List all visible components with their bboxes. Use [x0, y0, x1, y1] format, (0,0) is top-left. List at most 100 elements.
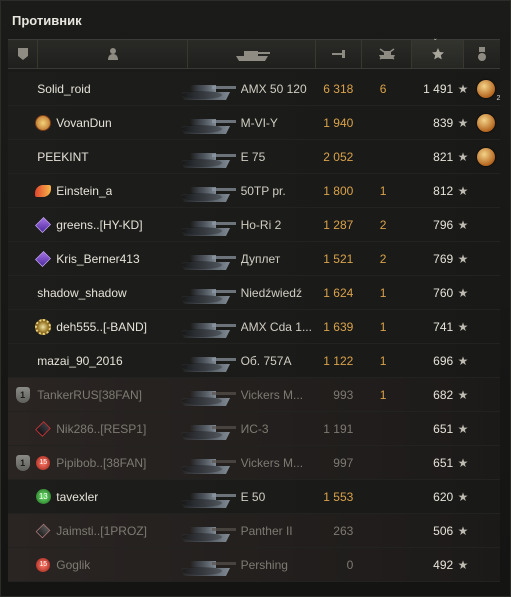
player-row[interactable]: greens..[HY-KD] Ho-Ri 2 1 287 2 796 ★ — [8, 208, 500, 242]
damage-value: 1 940 — [323, 115, 354, 130]
player-row[interactable]: 1 15 Pipibob..[38FAN] Vickers M... 997 651 ★ — [8, 446, 500, 480]
tank-icon — [172, 413, 238, 444]
frags-icon — [378, 48, 395, 60]
star-icon: ★ — [457, 149, 469, 164]
squad-badge: 1 — [15, 454, 30, 471]
medal-cell: 2 — [473, 79, 500, 102]
tank-icon — [235, 51, 270, 61]
squad-cell — [8, 174, 37, 207]
frags-value: 1 — [379, 353, 387, 368]
sort-damage-button[interactable] — [316, 40, 362, 68]
tank-name: AMX Cda 1... — [240, 319, 312, 334]
player-name: Pipibob..[38FAN] — [56, 455, 147, 470]
badge-icon-wrap — [34, 318, 52, 336]
star-icon: ★ — [457, 251, 469, 266]
xp-value: 682 — [433, 387, 454, 402]
player-name: Nik286..[RESP1] — [56, 421, 147, 436]
tank-icon — [172, 209, 238, 240]
player-name: greens..[HY-KD] — [56, 217, 143, 232]
sort-frags-button[interactable] — [362, 40, 412, 68]
frags-value: 2 — [379, 251, 387, 266]
sort-indicator: ˇ — [434, 38, 437, 47]
medal-icon[interactable] — [477, 147, 496, 166]
player-row[interactable]: Kris_Berner413 Дуплет 1 521 2 769 ★ — [8, 242, 500, 276]
player-row[interactable]: 13 tavexler E 50 1 553 620 ★ — [8, 480, 500, 514]
player-cell: greens..[HY-KD] — [34, 208, 183, 241]
tank-cell: Об. 757А — [179, 344, 309, 377]
player-cell: TankerRUS[38FAN] — [37, 378, 183, 411]
tank-icon — [172, 447, 238, 478]
squad-cell — [8, 514, 37, 547]
player-row[interactable]: VovanDun M-VI-Y 1 940 839 ★ — [8, 106, 500, 140]
player-cell: deh555..[-BAND] — [34, 310, 183, 343]
xp-value: 651 — [433, 421, 454, 436]
star-icon: ★ — [457, 421, 469, 436]
tank-cell: Panther II — [179, 514, 309, 547]
tank-icon — [172, 549, 238, 580]
medal-icon[interactable] — [477, 113, 496, 132]
medal-cell — [473, 113, 500, 132]
tank-name: 50TP pr. — [240, 183, 286, 198]
tank-cell: 50TP pr. — [179, 174, 309, 207]
tank-name: Об. 757А — [240, 353, 292, 368]
damage-value: 263 — [333, 523, 354, 538]
player-name: mazai_90_2016 — [37, 353, 123, 368]
sort-xp-button[interactable]: ˇ — [412, 38, 464, 68]
tank-name: ИС-3 — [240, 421, 269, 436]
player-row[interactable]: 15 Goglik Pershing 0 492 ★ — [8, 548, 500, 582]
damage-value: 993 — [333, 387, 354, 402]
player-row[interactable]: Jaimsti..[1PROZ] Panther II 263 506 ★ — [8, 514, 500, 548]
tank-icon — [172, 481, 238, 512]
sort-tank-button[interactable] — [188, 40, 316, 68]
sort-player-button[interactable] — [38, 40, 188, 68]
damage-value: 6 318 — [323, 81, 354, 96]
tank-icon — [172, 379, 238, 410]
player-row[interactable]: 1 TankerRUS[38FAN] Vickers M... 993 1 682 ★ — [8, 378, 500, 412]
tank-name: AMX 50 120 — [240, 81, 307, 96]
purple-rank-badge-icon — [35, 216, 52, 233]
badge-icon-wrap — [34, 216, 52, 234]
player-row[interactable]: PEEKINT E 75 2 052 821 ★ — [8, 140, 500, 174]
player-row[interactable]: deh555..[-BAND] AMX Cda 1... 1 639 1 741 ★ — [8, 310, 500, 344]
star-icon: ★ — [457, 455, 469, 470]
tank-name: Ho-Ri 2 — [240, 217, 282, 232]
player-name: deh555..[-BAND] — [56, 319, 147, 334]
star-icon: ★ — [457, 489, 469, 504]
frags-value: 1 — [379, 319, 387, 334]
squad-cell: 1 — [8, 378, 37, 411]
xp-value: 1 491 — [423, 81, 454, 96]
player-row[interactable]: Nik286..[RESP1] ИС-3 1 191 651 ★ — [8, 412, 500, 446]
player-row[interactable]: mazai_90_2016 Об. 757А 1 122 1 696 ★ — [8, 344, 500, 378]
tank-name: Niedźwiedź — [240, 285, 302, 300]
red-rank-badge-icon: 15 — [36, 455, 51, 470]
tank-name: E 50 — [240, 489, 266, 504]
tank-cell: Niedźwiedź — [179, 276, 309, 309]
gear-badge-icon — [35, 318, 52, 335]
sort-squad-button[interactable] — [8, 40, 38, 68]
xp-value: 651 — [433, 455, 454, 470]
player-cell: shadow_shadow — [37, 276, 183, 309]
tank-icon — [172, 107, 238, 138]
player-row[interactable]: Solid_roid AMX 50 120 6 318 6 1 491 ★ 2 — [8, 72, 500, 106]
tank-cell: Vickers M... — [179, 446, 309, 479]
player-cell: Kris_Berner413 — [35, 242, 183, 275]
tank-cell: AMX 50 120 — [179, 72, 309, 105]
badge-icon-wrap: 15 — [34, 556, 52, 574]
player-row[interactable]: shadow_shadow Niedźwiedź 1 624 1 760 ★ — [8, 276, 500, 310]
medal-icon — [478, 47, 486, 61]
squad-cell — [8, 242, 37, 275]
tank-name: Vickers M... — [240, 387, 304, 402]
dark-rank-badge-icon — [35, 420, 52, 437]
damage-value: 1 521 — [323, 251, 354, 266]
medal-icon[interactable]: 2 — [477, 79, 500, 102]
tank-icon — [172, 515, 238, 546]
tank-name: Pershing — [240, 557, 288, 572]
damage-value: 1 639 — [323, 319, 354, 334]
tank-cell: Pershing — [179, 548, 309, 581]
player-name: VovanDun — [56, 115, 112, 130]
sort-medal-button[interactable] — [464, 40, 500, 68]
player-row[interactable]: Einstein_a 50TP pr. 1 800 1 812 ★ — [8, 174, 500, 208]
player-list: Solid_roid AMX 50 120 6 318 6 1 491 ★ 2 VovanDu… — [8, 72, 500, 582]
column-header: ˇ — [8, 38, 500, 69]
tank-name: M-VI-Y — [240, 115, 278, 130]
